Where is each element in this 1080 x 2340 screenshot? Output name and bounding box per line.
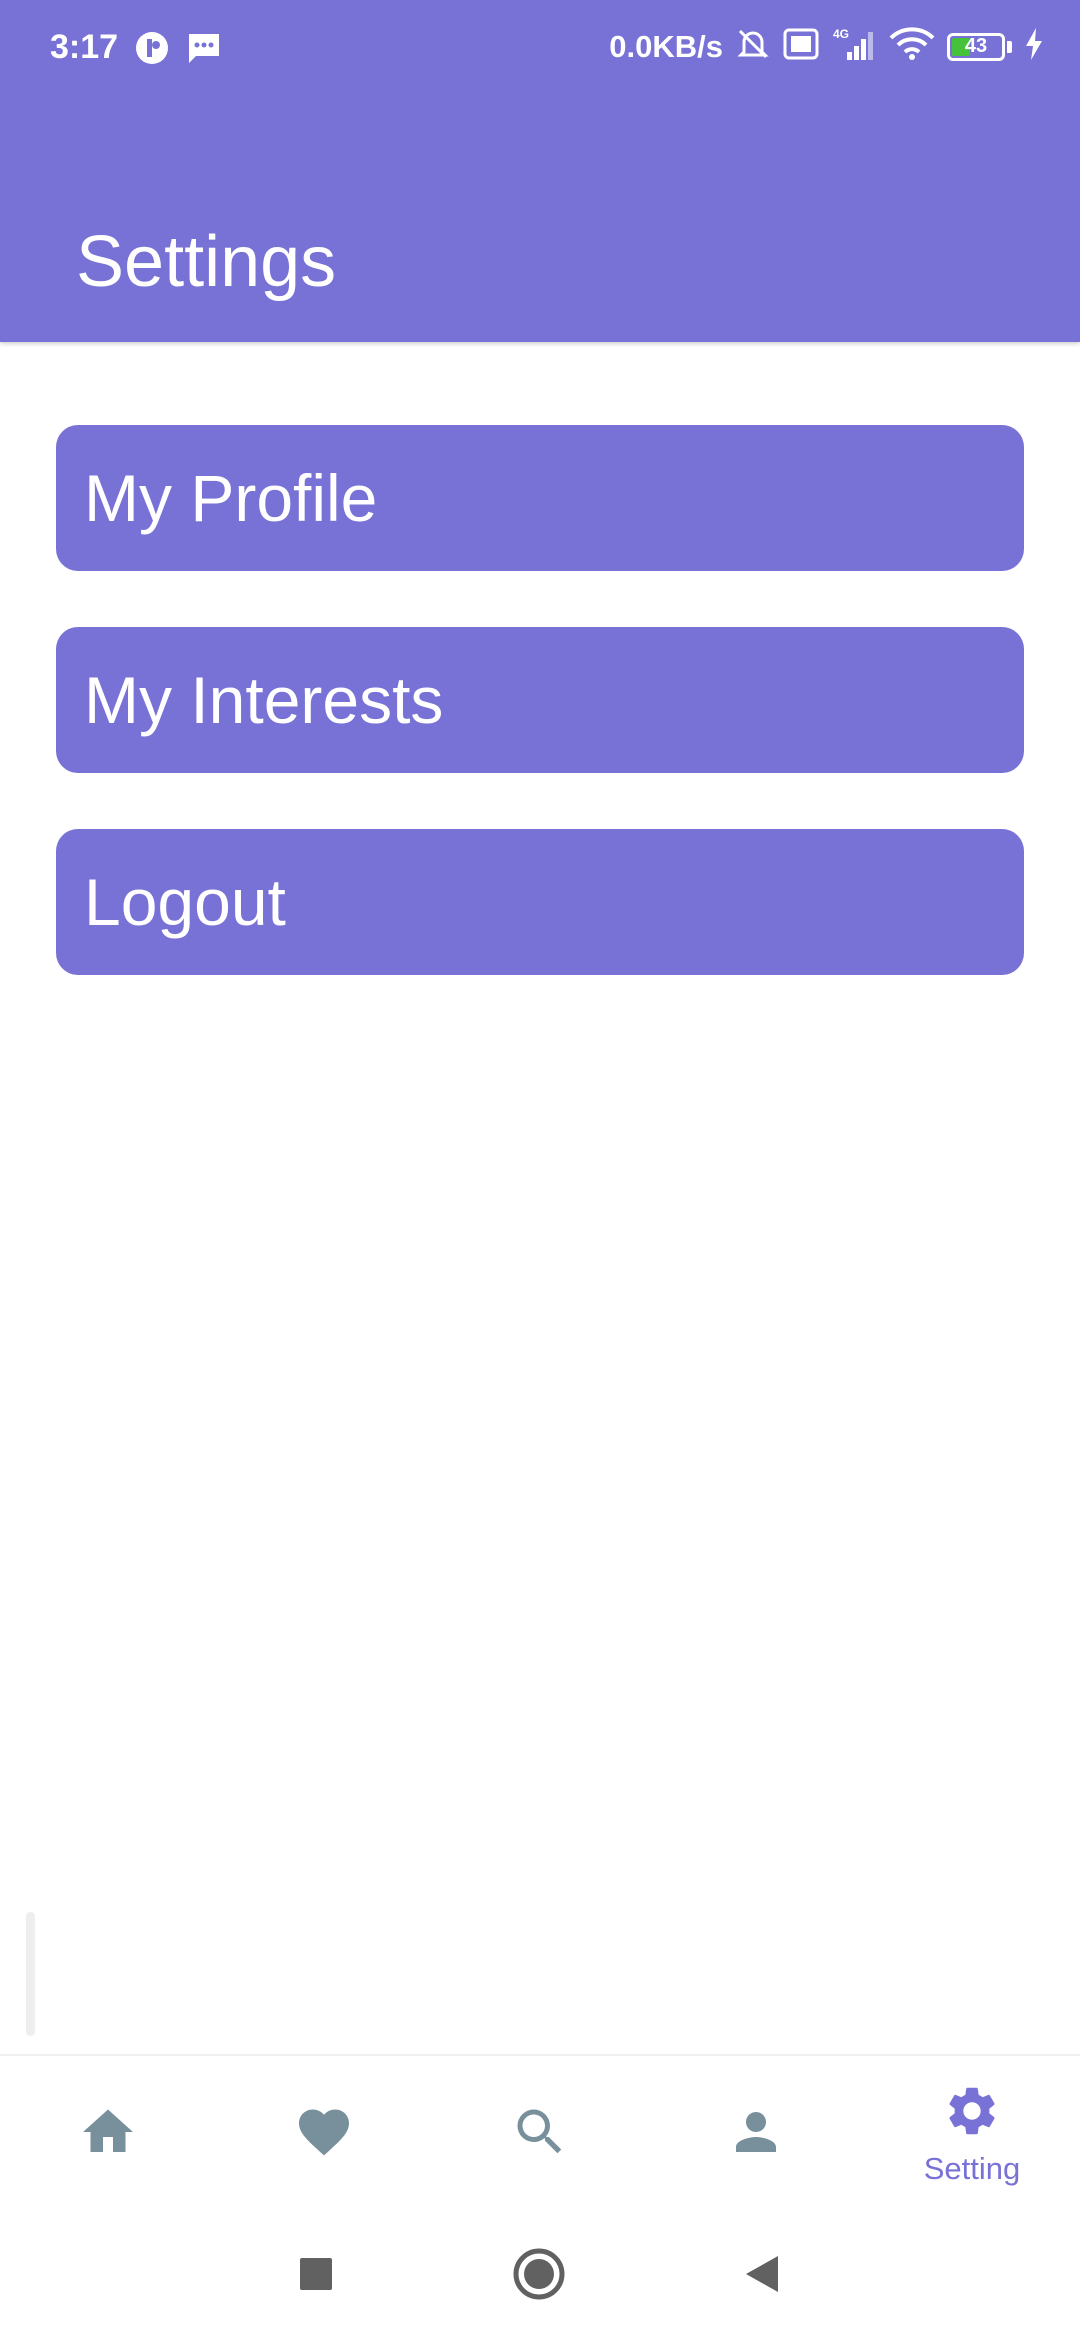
signal-icon: 4G [831,26,877,67]
bottom-navigation: Setting [0,2054,1080,2214]
battery-cap [1007,40,1012,53]
app-header: 3:17 0.0KB/s 4G 43 Settings [0,0,1080,342]
my-profile-button[interactable]: My Profile [56,425,1024,571]
battery-icon: 43 [947,32,1005,61]
scroll-indicator[interactable] [26,1912,35,2036]
heart-icon [294,2102,354,2167]
nav-home[interactable] [0,2056,216,2212]
nav-profile[interactable] [648,2056,864,2212]
nav-setting-label: Setting [923,2150,1021,2186]
home-circle-icon [512,2247,566,2306]
status-time: 3:17 [50,28,119,66]
nav-setting[interactable]: Setting [864,2056,1080,2212]
mute-bell-icon [735,26,771,67]
recents-icon [298,2256,334,2297]
system-navigation-bar [0,2212,1080,2340]
logout-button[interactable]: Logout [56,829,1024,975]
nav-search[interactable] [432,2056,648,2212]
back-icon [742,2254,782,2299]
person-icon [726,2102,786,2167]
message-icon [186,30,222,71]
net-speed: 0.0KB/s [609,28,723,64]
wifi-icon [889,26,935,67]
home-system-button[interactable] [509,2246,569,2306]
battery-level: 43 [964,35,988,57]
volte-icon [783,28,819,65]
search-icon [510,2102,570,2167]
home-icon [78,2102,138,2167]
network-type: 4G [833,27,849,41]
app-notification-icon [134,30,170,71]
status-bar: 3:17 0.0KB/s 4G 43 [0,0,1080,98]
back-button[interactable] [732,2246,792,2306]
page-title: Settings [76,222,337,303]
recents-button[interactable] [286,2246,346,2306]
gear-icon [943,2082,1001,2145]
charging-icon [1024,28,1044,65]
my-interests-button[interactable]: My Interests [56,627,1024,773]
nav-favorites[interactable] [216,2056,432,2212]
